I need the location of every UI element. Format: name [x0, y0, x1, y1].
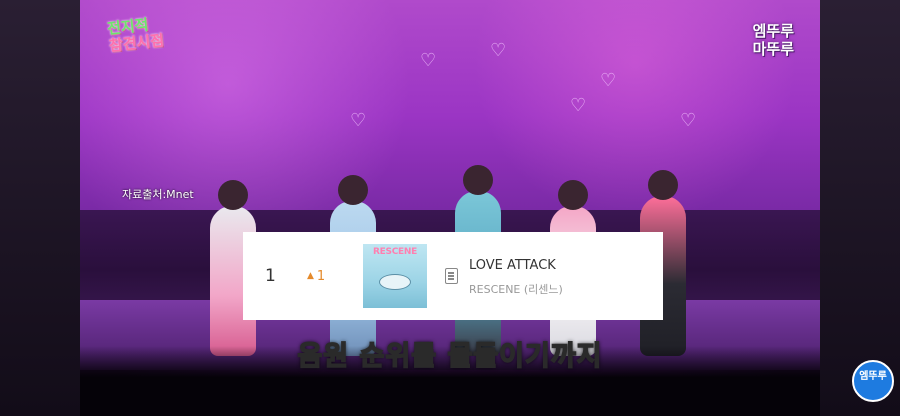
right-letterbox: [820, 0, 900, 416]
rank-change: ▲ 1: [307, 269, 325, 284]
video-frame[interactable]: ♡ ♡ ♡ ♡ ♡ ♡ 전지적 참견시점 엠뚜루 마뚜루 자료출처:Mnet 1…: [80, 0, 820, 416]
album-cover: RESCENE: [363, 244, 427, 308]
chart-row-card: 1 ▲ 1 RESCENE LOVE ATTACK RESCENE (리센느): [243, 232, 663, 320]
album-illustration: [379, 274, 411, 290]
channel-logo-line1: 엠뚜루: [752, 22, 794, 40]
video-screen: ♡ ♡ ♡ ♡ ♡ ♡ 전지적 참견시점 엠뚜루 마뚜루 자료출처:Mnet 1…: [0, 0, 900, 416]
subtitle-caption: 음원 순위를 물들이기까지: [297, 340, 603, 373]
heart-icon: ♡: [680, 110, 697, 131]
heart-icon: ♡: [490, 40, 507, 61]
source-caption: 자료출처:Mnet: [122, 188, 194, 201]
heart-icon: ♡: [350, 110, 367, 131]
up-arrow-icon: ▲: [307, 271, 314, 281]
channel-logo-line2: 마뚜루: [752, 40, 794, 58]
rank-number: 1: [265, 266, 276, 286]
channel-logo: 엠뚜루 마뚜루: [753, 22, 794, 58]
album-cover-text: RESCENE: [373, 247, 417, 257]
heart-icon: ♡: [600, 70, 617, 91]
song-artist: RESCENE (리센느): [469, 283, 563, 296]
left-letterbox: [0, 0, 80, 416]
corner-channel-badge: 엠뚜루: [852, 360, 894, 402]
song-title: LOVE ATTACK: [469, 258, 556, 273]
lyrics-icon[interactable]: [445, 268, 458, 284]
led-backdrop: ♡ ♡ ♡ ♡ ♡ ♡: [80, 0, 820, 210]
rank-change-value: 1: [316, 269, 326, 284]
show-logo: 전지적 참견시점: [106, 15, 165, 55]
heart-icon: ♡: [420, 50, 437, 71]
heart-icon: ♡: [570, 95, 587, 116]
